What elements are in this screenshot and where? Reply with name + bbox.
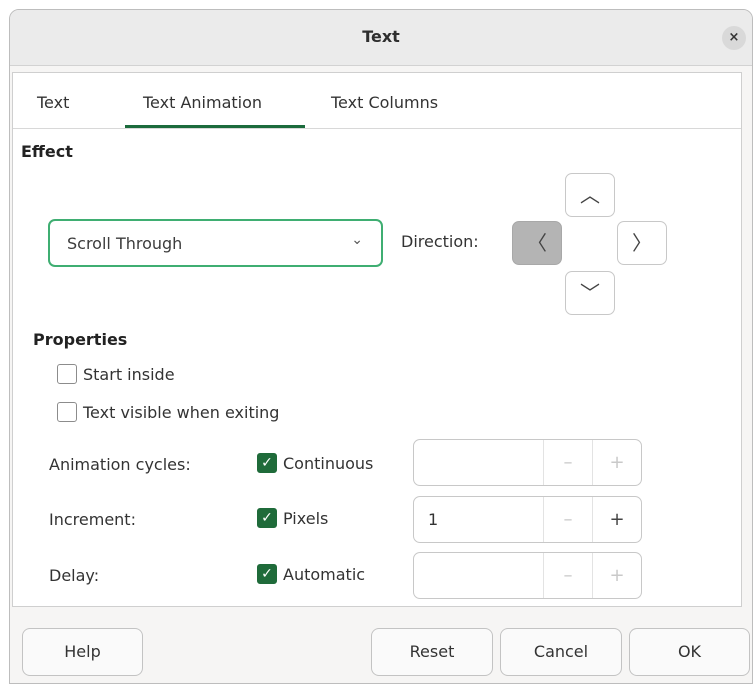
- plus-icon[interactable]: +: [592, 497, 641, 542]
- animation-cycles-spinbox[interactable]: – +: [413, 439, 642, 486]
- effect-selected-value: Scroll Through: [67, 234, 183, 253]
- reset-button[interactable]: Reset: [371, 628, 493, 676]
- increment-spinbox[interactable]: 1 – +: [413, 496, 642, 543]
- start-inside-option[interactable]: Start inside: [57, 364, 175, 384]
- tab-text[interactable]: Text: [37, 93, 69, 112]
- properties-heading: Properties: [33, 330, 128, 349]
- continuous-option[interactable]: ✓ Continuous: [257, 453, 373, 473]
- animation-cycles-label: Animation cycles:: [49, 455, 191, 474]
- tab-text-columns[interactable]: Text Columns: [331, 93, 438, 112]
- continuous-label: Continuous: [283, 453, 374, 473]
- increment-label: Increment:: [49, 510, 136, 529]
- plus-icon[interactable]: +: [592, 440, 641, 485]
- minus-icon[interactable]: –: [543, 440, 592, 485]
- direction-up-button[interactable]: ︿: [565, 173, 615, 217]
- direction-right-button[interactable]: 〉: [617, 221, 667, 265]
- minus-icon[interactable]: –: [543, 497, 592, 542]
- chevron-up-icon: ︿: [580, 183, 600, 207]
- effect-dropdown[interactable]: Scroll Through ⌄: [48, 219, 383, 267]
- help-button[interactable]: Help: [22, 628, 143, 676]
- close-icon[interactable]: ×: [722, 26, 746, 50]
- text-visible-label: Text visible when exiting: [83, 402, 280, 422]
- plus-icon[interactable]: +: [592, 553, 641, 598]
- direction-down-button[interactable]: ﹀: [565, 271, 615, 315]
- direction-left-button[interactable]: 〈: [512, 221, 562, 265]
- chevron-right-icon: 〉: [632, 231, 652, 255]
- chevron-down-icon: ⌄: [351, 232, 363, 248]
- automatic-option[interactable]: ✓ Automatic: [257, 564, 365, 584]
- chevron-left-icon: 〈: [527, 231, 547, 255]
- pixels-label: Pixels: [283, 508, 329, 528]
- delay-label: Delay:: [49, 566, 100, 585]
- start-inside-label: Start inside: [83, 364, 175, 384]
- delay-spinbox[interactable]: – +: [413, 552, 642, 599]
- tab-bar: Text Text Animation Text Columns: [13, 73, 741, 129]
- automatic-label: Automatic: [283, 564, 366, 584]
- minus-icon[interactable]: –: [543, 553, 592, 598]
- text-visible-checkbox[interactable]: [57, 402, 77, 422]
- increment-value: 1: [428, 510, 439, 529]
- pixels-option[interactable]: ✓ Pixels: [257, 508, 328, 528]
- chevron-down-icon: ﹀: [580, 281, 600, 305]
- continuous-checkbox[interactable]: ✓: [257, 453, 277, 473]
- title-bar: Text ×: [10, 10, 752, 66]
- dialog-title: Text: [362, 27, 400, 46]
- active-tab-indicator: [125, 125, 305, 128]
- start-inside-checkbox[interactable]: [57, 364, 77, 384]
- text-visible-option[interactable]: Text visible when exiting: [57, 402, 279, 422]
- pixels-checkbox[interactable]: ✓: [257, 508, 277, 528]
- ok-button[interactable]: OK: [629, 628, 750, 676]
- effect-heading: Effect: [21, 142, 73, 161]
- direction-label: Direction:: [401, 232, 479, 251]
- automatic-checkbox[interactable]: ✓: [257, 564, 277, 584]
- tab-text-animation[interactable]: Text Animation: [143, 93, 262, 112]
- cancel-button[interactable]: Cancel: [500, 628, 622, 676]
